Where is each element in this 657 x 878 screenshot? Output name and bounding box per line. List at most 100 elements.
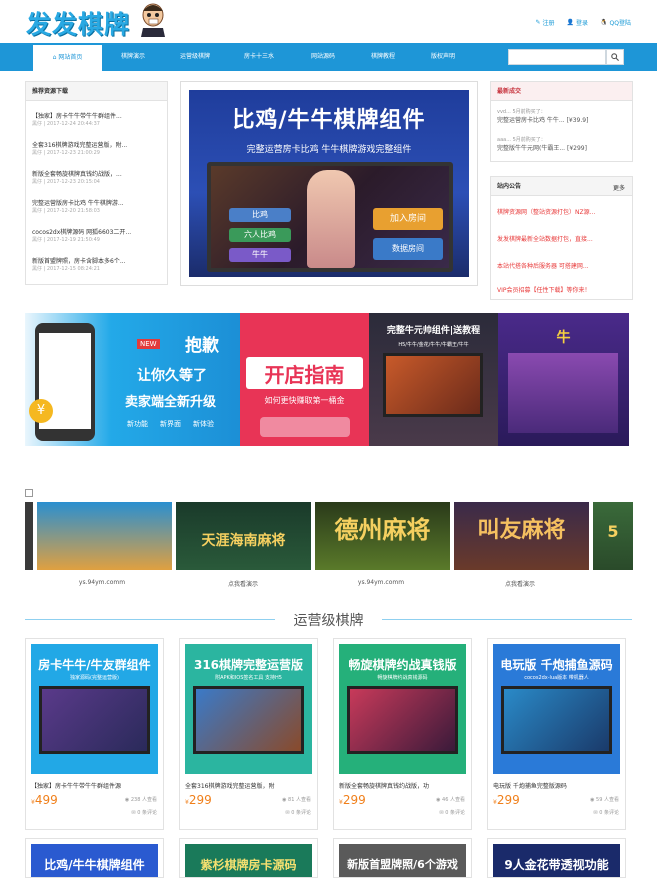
card-image: 房卡牛牛/牛友群组件 独家源码(完整运营版) (31, 644, 158, 774)
news-item[interactable]: vvd... 5月前购买了： 完整运营房卡比鸡 牛牛... [¥39.9] (497, 108, 629, 124)
notice-item[interactable]: 棋牌资源网（整站资源打包）NZ源... (497, 207, 627, 216)
card-comments: ✉ 0 条评论 (439, 809, 465, 816)
download-date: 黑仔 | 2017-12-20 21:58:03 (32, 208, 100, 214)
download-date: 黑仔 | 2017-12-23 20:15:04 (32, 179, 100, 185)
download-title: 【独家】房卡牛牛带牛牛群组件... (32, 113, 122, 120)
nav-shisanshui[interactable]: 房卡十三水 (228, 43, 290, 71)
product-card[interactable]: 房卡牛牛/牛友群组件 独家源码(完整运营版) 【独家】房卡牛牛带牛牛群组件源 ¥… (25, 638, 164, 830)
card-price: ¥299 (185, 793, 212, 807)
slider-item[interactable]: 叫友麻将 (454, 502, 589, 570)
product-card[interactable]: 电玩版 千炮捕鱼源码 cocos2dx-lua版本 带机器人 电玩版 千炮捕鱼完… (487, 638, 626, 830)
download-date: 黑仔 | 2017-12-24 20:44:37 (32, 121, 100, 127)
card-title: 全套316棋牌游戏完整运营版，附 (185, 783, 275, 790)
card-price: ¥299 (493, 793, 520, 807)
card-price-value: 299 (496, 793, 520, 807)
banner-btn-niuniu: 牛牛 (229, 248, 291, 262)
notice-item[interactable]: 本站代搭各种后服务器 可搭建网... (497, 261, 627, 270)
slider-item[interactable] (37, 502, 172, 570)
register-link[interactable]: ✎ 注册 (536, 18, 555, 27)
pen-icon: ✎ (535, 19, 541, 26)
slider-item[interactable]: 德州麻将 (315, 502, 450, 570)
promo-guide-sub: 如何更快赚取第一桶金 (264, 396, 345, 405)
card-comments: ✉ 0 条评论 (131, 809, 157, 816)
product-card[interactable]: 比鸡/牛牛棋牌组件 (25, 838, 164, 878)
slider-title: 5 (607, 522, 619, 541)
card-image: 316棋牌完整运营版 附APK和IOS签名工具 支持H5 (185, 644, 312, 774)
card-price-value: 499 (34, 793, 58, 807)
news-price: [¥39.9] (566, 117, 589, 124)
card-views: ◉ 59 人查看 (590, 796, 619, 803)
product-card[interactable]: 316棋牌完整运营版 附APK和IOS签名工具 支持H5 全套316棋牌游戏完整… (179, 638, 318, 830)
news-panel: 最新成交 vvd... 5月前购买了： 完整运营房卡比鸡 牛牛... [¥39.… (490, 81, 633, 162)
card-comments-label: 0 条评论 (137, 810, 157, 816)
login-link[interactable]: 👤 登录 (567, 18, 589, 27)
download-item[interactable]: 新版首盟牌照，房卡含脚本多6个... 黑仔 | 2017-12-15 08:24:… (32, 256, 162, 272)
product-card[interactable]: 新版首盟牌照/6个游戏 (333, 838, 472, 878)
card-img-title: 电玩版 千炮捕鱼源码 (500, 658, 613, 672)
card-image: 紫杉棋牌房卡源码 (185, 844, 312, 877)
promo-seller[interactable]: NEW 抱歉 让你久等了 卖家端全新升级 新功能 新界面 新体验 ¥ (25, 313, 240, 446)
download-item[interactable]: 全套316棋牌游戏完整运营版，附... 黑仔 | 2017-12-23 21:00… (32, 140, 162, 156)
card-img-title: 畅旋棋牌约战真钱版 (348, 658, 457, 672)
slider-item[interactable]: 天涯海南麻将 (176, 502, 311, 570)
search-button[interactable] (606, 49, 624, 65)
login-label: 登录 (576, 20, 589, 27)
news-item[interactable]: aaa... 5月前购买了： 完整版牛牛元网(牛霸王... [¥299] (497, 136, 629, 152)
notice-item[interactable]: 发发棋牌最新全站数据打包，直接... (497, 234, 627, 243)
download-title: cocos2dx棋牌源码 网狐6603二开... (32, 229, 132, 236)
download-item[interactable]: cocos2dx棋牌源码 网狐6603二开... 黑仔 | 2017-12-19 … (32, 227, 162, 243)
downloads-title: 推荐资源下载 (26, 82, 167, 101)
card-comments: ✉ 0 条评论 (593, 809, 619, 816)
download-item[interactable]: 新版全套畅旋棋牌真钱约战版，... 黑仔 | 2017-12-23 20:15:0… (32, 169, 162, 185)
product-card[interactable]: 紫杉棋牌房卡源码 (179, 838, 318, 878)
download-title: 完整运营版房卡比鸡 牛牛棋牌游... (32, 200, 124, 207)
card-views-label: 59 人查看 (596, 797, 619, 803)
news-title: 最新成交 (491, 82, 632, 101)
nav-home[interactable]: ⌂ 网站首页 (33, 45, 102, 71)
slider-caption[interactable]: 点我看演示 (174, 579, 312, 588)
download-item[interactable]: 【独家】房卡牛牛带牛牛群组件... 黑仔 | 2017-12-24 20:44:3… (32, 111, 162, 127)
card-views-label: 81 人查看 (288, 797, 311, 803)
nav-copyright[interactable]: 版权声明 (414, 43, 472, 71)
register-label: 注册 (542, 20, 555, 27)
banner-image: 比鸡/牛牛棋牌组件 完整运营房卡比鸡 牛牛棋牌游戏完整组件 比鸡 六人比鸡 牛牛… (189, 90, 469, 277)
nav-tutorial[interactable]: 棋牌教程 (354, 43, 412, 71)
card-title: 新版全套畅旋棋牌真钱约战版，功 (339, 783, 430, 790)
banner-btn-six: 六人比鸡 (229, 228, 291, 242)
notice-item[interactable]: VIP会员招募【任性下载】等你来！ (497, 285, 627, 294)
main-banner[interactable]: 比鸡/牛牛棋牌组件 完整运营房卡比鸡 牛牛棋牌游戏完整组件 比鸡 六人比鸡 牛牛… (180, 81, 478, 286)
slider-title: 叫友麻将 (477, 518, 566, 543)
search-icon (611, 53, 619, 61)
notice-title: 站内公告 (491, 177, 632, 196)
product-card[interactable]: 9人金花带透视功能 (487, 838, 626, 878)
slider-caption[interactable]: ys.94ym.comm (33, 579, 171, 586)
card-title: 电玩版 千炮捕鱼完整版源码 (493, 783, 567, 790)
card-views: ◉ 81 人查看 (282, 796, 311, 803)
notice-panel: 站内公告 更多 棋牌资源网（整站资源打包）NZ源... 发发棋牌最新全站数据打包… (490, 176, 633, 300)
qq-login-link[interactable]: 🐧 QQ登陆 (600, 18, 631, 27)
notice-more-link[interactable]: 更多 (613, 183, 625, 192)
search-input[interactable] (508, 49, 606, 65)
card-comments-label: 0 条评论 (445, 810, 465, 816)
news-price: [¥299] (567, 145, 587, 152)
downloads-panel: 推荐资源下载 【独家】房卡牛牛带牛牛群组件... 黑仔 | 2017-12-24 … (25, 81, 168, 285)
broken-image-icon (25, 489, 33, 497)
card-img-title: 比鸡/牛牛棋牌组件 (44, 858, 145, 872)
download-title: 新版全套畅旋棋牌真钱约战版，... (32, 171, 122, 178)
promo-guide[interactable]: 开店指南 如何更快赚取第一桶金 (240, 313, 369, 446)
promo-niuyuanshuai[interactable]: 完整牛元帅组件|送教程 H5/牛牛/金花/牛牛/牛霸王/牛牛 (369, 313, 498, 446)
slider-caption[interactable]: 点我看演示 (451, 579, 589, 588)
news-text: 完整运营房卡比鸡 牛牛... (497, 117, 565, 124)
download-item[interactable]: 完整运营版房卡比鸡 牛牛棋牌游... 黑仔 | 2017-12-20 21:58:… (32, 198, 162, 214)
slider-caption[interactable]: ys.94ym.comm (312, 579, 450, 586)
card-comments-label: 0 条评论 (599, 810, 619, 816)
promo-game-ad[interactable]: 牛 (498, 313, 629, 446)
news-text: 完整版牛牛元网(牛霸王... (497, 145, 566, 152)
nav-operation[interactable]: 运营级棋牌 (164, 43, 226, 71)
slider-item[interactable]: 5 (593, 502, 633, 570)
nav-demo[interactable]: 棋牌演示 (104, 43, 162, 71)
nav-source[interactable]: 网站源码 (292, 43, 354, 71)
product-card[interactable]: 畅旋棋牌约战真钱版 畅旋棋牌约战真钱源码 新版全套畅旋棋牌真钱约战版，功 ¥29… (333, 638, 472, 830)
download-date: 黑仔 | 2017-12-15 08:24:21 (32, 266, 100, 272)
user-icon: 👤 (566, 19, 575, 26)
